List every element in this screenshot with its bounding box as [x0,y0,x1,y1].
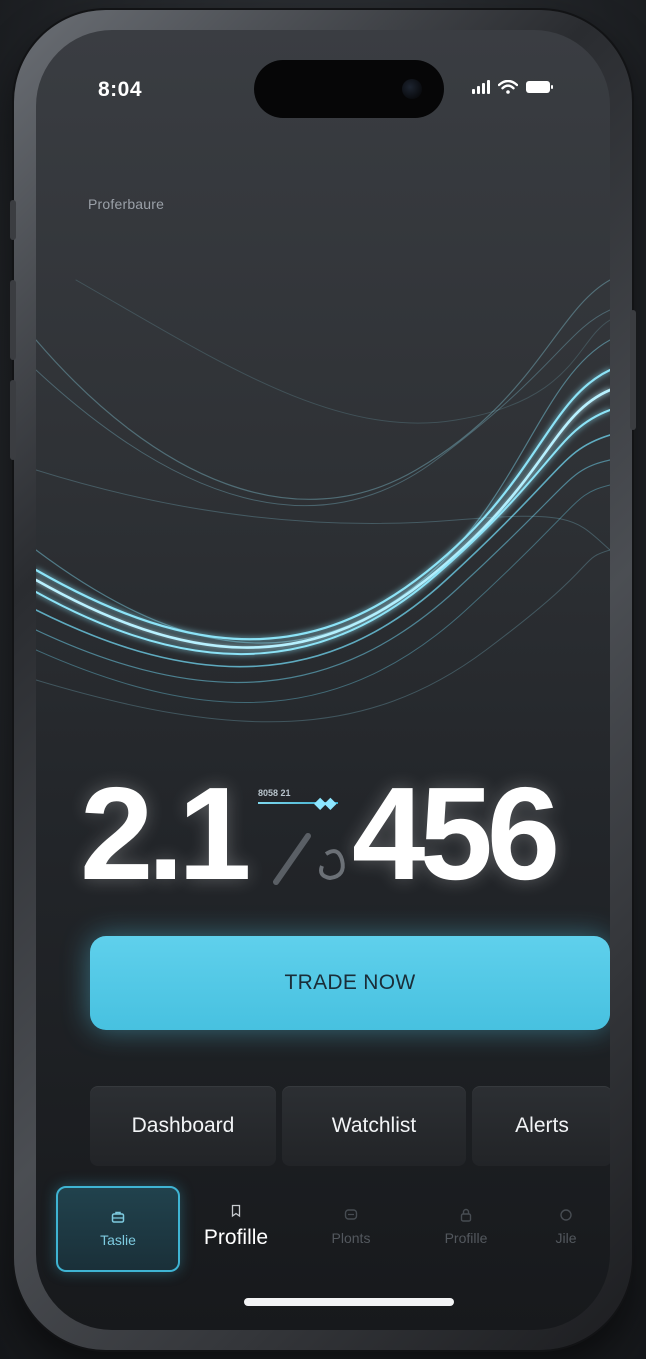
tab-label: Taslie [100,1232,136,1248]
tab-label: Plonts [331,1230,371,1246]
signal-icon [472,80,490,94]
camera-icon [402,79,422,99]
header-label: Proferbaure [88,196,165,212]
hero-value-left: 2.1 [80,760,251,907]
watchlist-button[interactable]: Watchlist [282,1086,466,1166]
lock-icon [460,1208,472,1222]
tab-profille[interactable]: Profille [186,1186,286,1268]
alerts-button[interactable]: Alerts [472,1086,610,1166]
trade-now-button[interactable]: TRADE NOW [90,936,610,1030]
tab-profille-2[interactable]: Profille [416,1186,516,1268]
hero-slash-glyph-icon [273,833,345,885]
battery-icon [526,81,553,93]
volume-down-button [10,380,16,460]
tab-label: Jile [555,1230,577,1246]
chat-icon [344,1209,358,1220]
circle-icon [560,1209,572,1221]
dashboard-button[interactable]: Dashboard [90,1086,276,1166]
volume-up-button [10,280,16,360]
power-button [630,310,636,430]
screen: 8:04 Proferbaure 2.1 8058 21 ◆◆ 456 TRAD… [36,30,610,1330]
phone-frame: 8:04 Proferbaure 2.1 8058 21 ◆◆ 456 TRAD… [10,10,636,1350]
hero-mid-dots-icon: ◆◆ [314,795,337,812]
wifi-icon [498,80,518,94]
status-time: 8:04 [98,78,143,101]
tab-jile[interactable]: Jile [536,1186,596,1268]
dynamic-island [254,60,444,118]
wave-graphic [36,279,610,723]
bookmark-icon [231,1204,241,1218]
action-button [10,200,16,240]
hero-mid-tag: 8058 21 [258,788,291,798]
tab-bar: Taslie Profille Plonts Profille Jile [36,1178,610,1288]
quick-links: Dashboard Watchlist Alerts [90,1086,610,1166]
briefcase-icon [111,1211,125,1223]
home-indicator[interactable] [244,1298,454,1306]
tab-plonts[interactable]: Plonts [306,1186,396,1268]
hero-value-right: 456 [352,760,560,907]
tab-taslie[interactable]: Taslie [56,1186,180,1272]
tab-label: Profille [444,1230,488,1246]
status-icons [472,80,553,94]
tab-label: Profille [203,1226,269,1249]
